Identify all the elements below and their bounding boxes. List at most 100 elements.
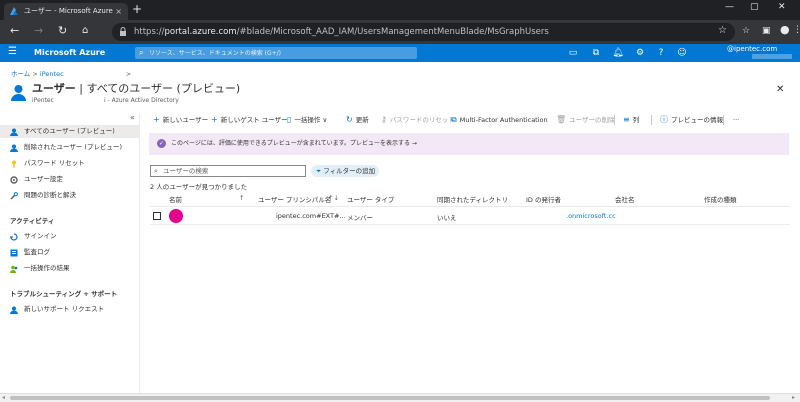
filter-icon: ⏷ [316,167,322,175]
more-menu-icon[interactable]: ⋮ [793,25,800,35]
sign-in-icon [10,233,18,241]
plus-icon: + [153,115,160,124]
nav-item-new-support-request[interactable]: 新しいサポート リクエスト [0,303,139,316]
forward-icon[interactable]: → [34,24,43,37]
directory-filter-icon[interactable]: ⧉ [590,47,602,59]
user-search-box[interactable]: ⌕ [150,165,306,177]
nav-item-deleted-users[interactable]: 削除されたユーザー (プレビュー) [0,141,139,154]
column-header-issuer[interactable]: ID の発行者 [526,194,561,204]
header-divider [150,206,790,207]
nav-item-bulk-results[interactable]: 一括操作の結果 [0,262,139,275]
azure-logo-icon [10,7,18,15]
delete-user-button[interactable]: 🗑︎ ユーザーの削除 [556,114,615,126]
notifications-icon[interactable]: 🔔︎ [612,47,624,59]
refresh-icon: ↻ [346,115,353,124]
new-tab-button[interactable]: + [132,2,142,16]
column-header-synced-directory[interactable]: 同期されたディレクトリ [437,194,508,204]
help-icon[interactable]: ? [655,47,667,59]
cell-user-type: メンバー [347,214,373,222]
gear-icon [10,176,18,184]
portal-search-input[interactable] [149,47,409,59]
scroll-right-icon[interactable]: ▸ [792,394,795,401]
avatar[interactable] [169,209,183,223]
account-name[interactable]: @ipentec.com [727,45,777,53]
settings-gear-icon[interactable]: ⚙ [634,47,646,59]
collections-icon[interactable]: ▣ [762,26,771,36]
cell-issuer[interactable]: .onmicrosoft.cc [566,212,616,220]
column-header-name[interactable]: 名前 [169,194,182,204]
banner-text[interactable]: このページには、評価に使用できるプレビューが含まれています。プレビューを表示する… [171,133,417,155]
address-bar[interactable]: https://portal.azure.com/#blade/Microsof… [112,23,735,41]
user-icon [11,85,26,101]
breadcrumb-home[interactable]: ホーム [11,70,30,78]
document-icon: ▯ [287,115,292,124]
bulk-operations-button[interactable]: ▯ 一括操作 ∨ [287,114,327,126]
home-icon[interactable]: ⌂ [82,25,88,36]
sort-arrow-icon[interactable]: ↑ [239,194,244,202]
nav-section-support: トラブルシューティング + サポート [10,290,118,298]
close-window-button[interactable]: ✕ [778,2,786,12]
trash-icon: 🗑︎ [556,115,567,124]
command-divider [614,115,615,125]
search-icon: ⌕ [139,48,144,57]
bookmark-star-icon[interactable]: ☆ [718,25,727,36]
breadcrumb-tenant[interactable]: iPentec [40,70,64,78]
new-user-button[interactable]: + 新しいユーザー [153,114,208,126]
nav-item-sign-ins[interactable]: サインイン [0,230,139,243]
reset-password-button[interactable]: ⚷ パスワードのリセット [381,114,455,126]
preview-info-button[interactable]: ⓘ プレビューの情報 [660,114,723,126]
collapse-nav-icon[interactable]: « [130,113,135,122]
column-header-company[interactable]: 会社名 [615,194,635,204]
reading-list-icon[interactable]: ☆ [742,26,750,36]
horizontal-scrollbar[interactable]: ◂ ▸ [0,393,800,402]
maximize-button[interactable]: ▢ [750,2,759,12]
info-icon: ⓘ [660,115,668,124]
log-icon [10,249,18,257]
more-commands-button[interactable]: ··· [733,114,739,126]
wrench-icon [10,192,18,200]
minimize-button[interactable]: — [725,2,734,12]
nav-item-password-reset[interactable]: パスワード リセット [0,157,139,170]
nav-section-activity: アクティビティ [10,217,55,225]
portal-brand[interactable]: Microsoft Azure [34,44,105,62]
users-icon [10,265,18,273]
nav-item-diagnose-solve[interactable]: 問題の診断と解決 [0,189,139,202]
breadcrumb-separator: > [125,70,132,78]
close-blade-icon[interactable]: ✕ [776,84,784,95]
nav-item-audit-logs[interactable]: 監査ログ [0,246,139,259]
columns-icon: ≡ [623,115,630,124]
column-header-user-type[interactable]: ユーザー タイプ [347,194,394,204]
chevron-down-icon: ∨ [322,116,328,124]
command-divider [723,115,724,125]
nav-item-all-users[interactable]: すべてのユーザー (プレビュー) [0,125,139,138]
row-checkbox[interactable] [153,212,161,220]
profile-icon[interactable]: ● [780,23,790,36]
new-guest-user-button[interactable]: + 新しいゲスト ユーザー [211,114,288,126]
browser-tab[interactable]: ユーザー - Microsoft Azure × [4,3,128,20]
results-count: 2 人のユーザーが見つかりました [150,183,248,191]
columns-button[interactable]: ≡ 列 [623,114,639,126]
scrollbar-thumb[interactable] [10,396,770,400]
nav-item-user-settings[interactable]: ユーザー設定 [0,173,139,186]
account-tenant-redacted [752,54,792,59]
close-tab-icon[interactable]: × [115,3,122,20]
user-search-input[interactable] [163,166,303,176]
column-header-creation-type[interactable]: 作成の種類 [704,194,737,204]
sort-arrows-icon[interactable]: ↑↓ [328,194,339,202]
add-filter-button[interactable]: ⏷ フィルターの追加 [311,165,379,177]
reload-icon[interactable]: ↻ [58,24,67,37]
cloud-shell-icon[interactable]: ▭ [567,47,579,59]
back-icon[interactable]: ← [10,24,19,37]
lock-icon [120,27,126,36]
portal-search[interactable]: ⌕ [135,47,417,59]
feedback-smiley-icon[interactable]: ☺ [676,47,688,59]
refresh-button[interactable]: ↻ 更新 [346,114,369,126]
cell-synced: いいえ [437,214,457,222]
cell-upn: ipentec.com#EXT#... [276,212,346,220]
browser-toolbar: ← → ↻ ⌂ https://portal.azure.com/#blade/… [0,20,800,44]
column-header-upn[interactable]: ユーザー プリンシパル名 [258,194,331,204]
mfa-button[interactable]: ⧉ Multi-Factor Authentication [451,114,548,126]
url-text: https://portal.azure.com/#blade/Microsof… [134,27,549,37]
hamburger-menu-icon[interactable]: ☰ [8,46,17,57]
scroll-left-icon[interactable]: ◂ [2,394,5,401]
